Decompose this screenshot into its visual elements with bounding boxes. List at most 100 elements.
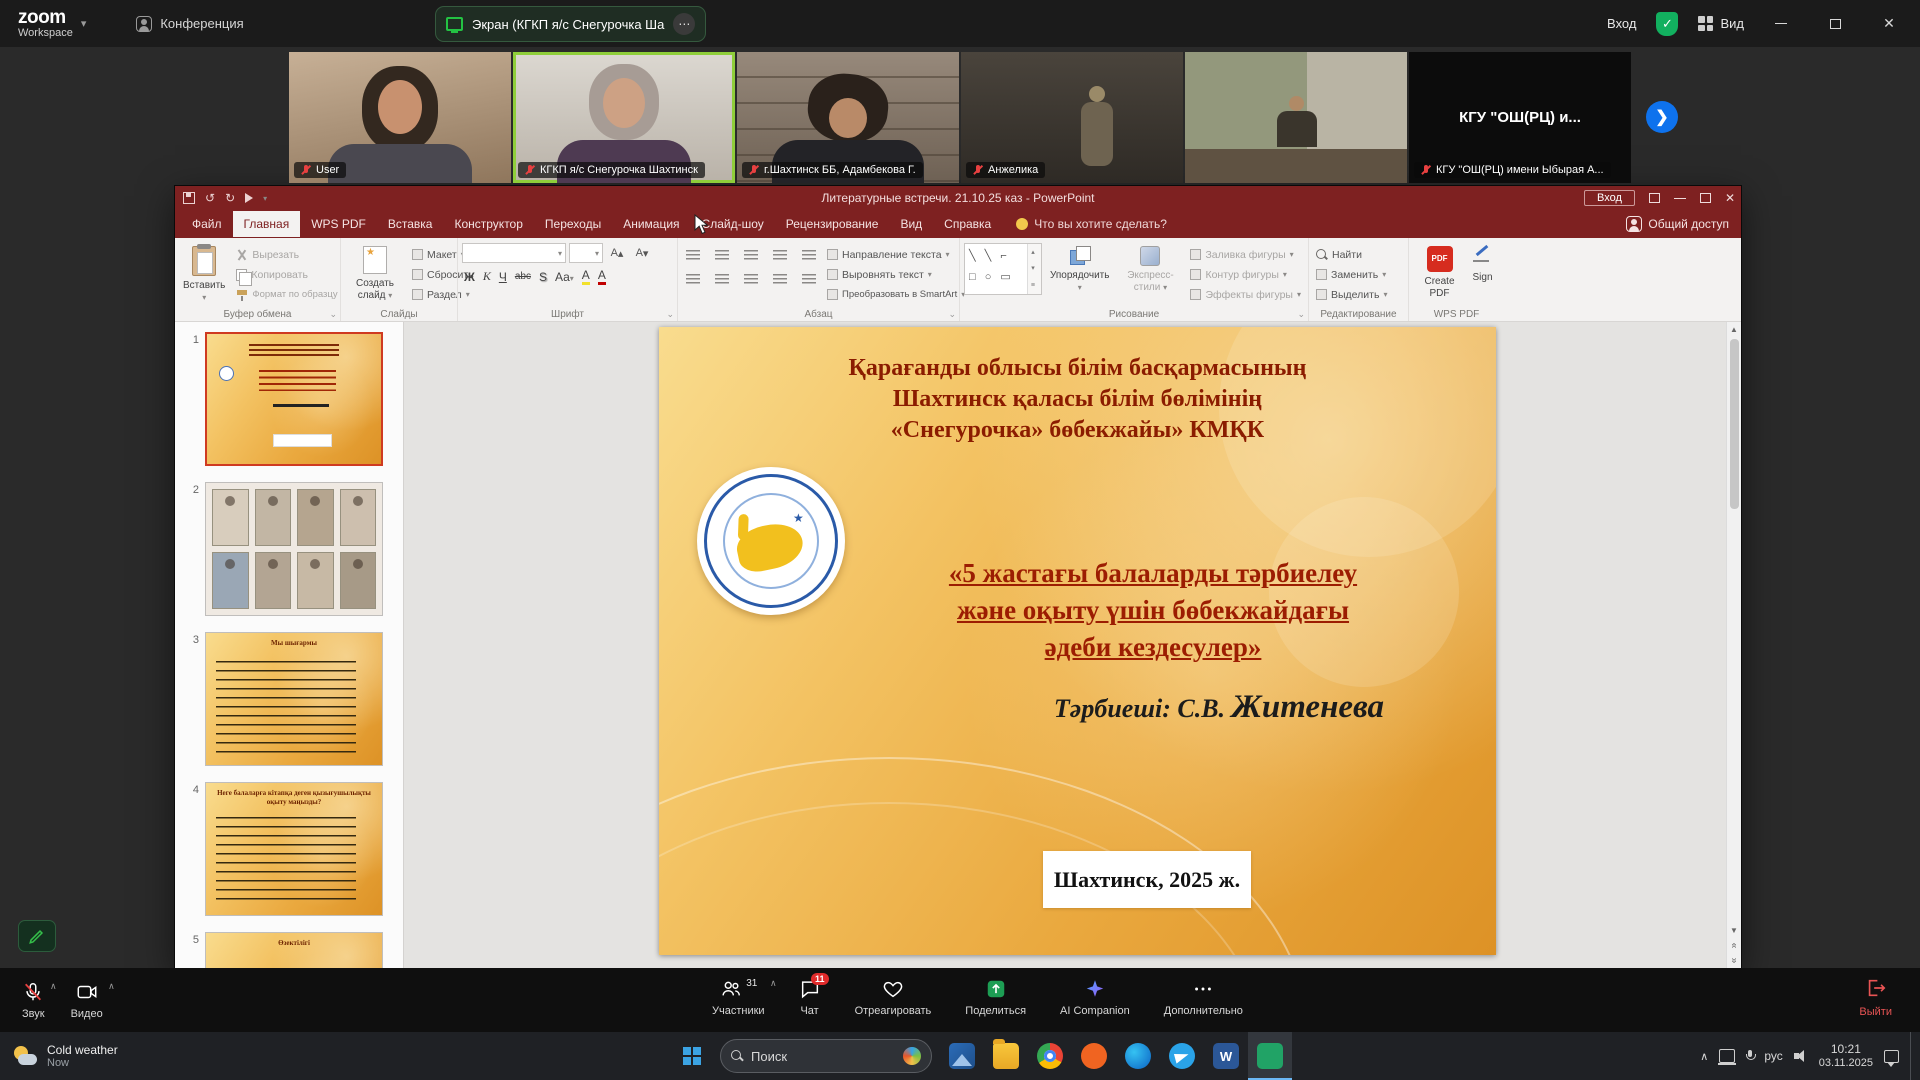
tray-expand-chevron-icon[interactable]: ∧	[1700, 1050, 1708, 1063]
slideshow-icon[interactable]	[245, 193, 253, 203]
ppt-minimize-button[interactable]	[1674, 198, 1686, 199]
ppt-close-button[interactable]: ✕	[1725, 191, 1735, 205]
arrange-button[interactable]: Упорядочить ▾	[1046, 243, 1114, 307]
participant-tile[interactable]: User	[289, 52, 511, 183]
tellme-box[interactable]: Что вы хотите сделать?	[1016, 217, 1167, 231]
notification-center-icon[interactable]	[1884, 1050, 1899, 1063]
shapes-gallery[interactable]: ╲ ╲ ⌐ □ ○ ▭ △ ◇ ☆ ( ) { } → ▴▾≡	[964, 243, 1042, 295]
tab-home[interactable]: Главная	[233, 211, 301, 237]
copy-button[interactable]: Копировать	[233, 265, 340, 284]
participant-tile[interactable]: Әдемі бөбекжай-балабақшасы...	[1185, 52, 1407, 183]
audio-options-chevron-icon[interactable]: ∧	[50, 981, 57, 992]
view-button[interactable]: Вид	[1698, 16, 1744, 31]
slide-thumbnail-1[interactable]: 1	[183, 332, 403, 466]
strikethrough-button[interactable]: abc	[515, 271, 531, 282]
start-button[interactable]	[672, 1032, 712, 1080]
participant-tile-no-video[interactable]: КГУ "ОШ(РЦ) и... КГУ "ОШ(РЦ) имени Ыбыра…	[1409, 52, 1631, 183]
taskbar-search-input[interactable]: Поиск	[720, 1039, 932, 1073]
tab-screen-share[interactable]: Экран (КГКП я/с Снегурочка Ша ⋯	[435, 6, 706, 42]
next-participants-button[interactable]: ❯	[1646, 101, 1678, 133]
taskbar-app-edge[interactable]	[1116, 1032, 1160, 1080]
tab-transitions[interactable]: Переходы	[534, 211, 612, 237]
tab-view[interactable]: Вид	[889, 211, 933, 237]
increase-indent-button[interactable]	[769, 246, 791, 265]
highlight-color-button[interactable]: А	[582, 268, 590, 285]
vertical-scrollbar[interactable]: ▲ ▼ « «	[1726, 322, 1741, 968]
ai-companion-button[interactable]: AI Companion	[1060, 977, 1130, 1017]
chat-button[interactable]: 11 Чат	[799, 977, 821, 1017]
previous-slide-button[interactable]: «	[1727, 938, 1741, 953]
font-dialog-launcher-icon[interactable]: ⌄	[666, 309, 674, 320]
share-button[interactable]: Общий доступ	[1626, 216, 1729, 232]
participants-chevron-icon[interactable]: ∧	[770, 978, 777, 989]
participants-button[interactable]: ∧ 31 Участники	[712, 977, 765, 1017]
shape-outline-button[interactable]: Контур фигуры ▾	[1187, 265, 1304, 284]
undo-icon[interactable]: ↺	[205, 191, 215, 205]
speaker-icon[interactable]	[1794, 1050, 1808, 1062]
signin-button[interactable]: Вход	[1607, 16, 1636, 31]
align-text-button[interactable]: Выровнять текст ▾	[824, 265, 968, 284]
create-pdf-button[interactable]: PDF Create PDF	[1416, 243, 1464, 307]
tab-meeting[interactable]: Конференция	[136, 16, 243, 32]
justify-button[interactable]	[769, 270, 791, 289]
security-shield-icon[interactable]: ✓	[1656, 12, 1678, 36]
reactions-button[interactable]: Отреагировать	[855, 977, 932, 1017]
tab-animations[interactable]: Анимация	[612, 211, 690, 237]
audio-button[interactable]: ∧ Звук	[22, 980, 45, 1020]
ppt-restore-button[interactable]	[1700, 193, 1711, 203]
maximize-button[interactable]	[1818, 0, 1852, 47]
align-left-button[interactable]	[682, 270, 704, 289]
taskbar-clock[interactable]: 10:21 03.11.2025	[1819, 1042, 1873, 1071]
participant-tile[interactable]: Анжелика	[961, 52, 1183, 183]
font-color-button[interactable]: А	[598, 268, 606, 285]
ribbon-display-icon[interactable]	[1649, 193, 1660, 203]
format-painter-button[interactable]: Формат по образцу	[233, 285, 340, 304]
redo-icon[interactable]: ↻	[225, 191, 235, 205]
line-spacing-button[interactable]	[798, 246, 820, 265]
tab-design[interactable]: Конструктор	[443, 211, 533, 237]
decrease-indent-button[interactable]	[740, 246, 762, 265]
new-slide-button[interactable]: Создать слайд ▾	[345, 243, 405, 307]
change-case-button[interactable]: Аа▾	[555, 270, 574, 284]
shrink-font-button[interactable]: А▾	[631, 244, 653, 263]
font-name-select[interactable]: ▾	[462, 243, 566, 263]
tab-file[interactable]: Файл	[181, 211, 233, 237]
bullets-button[interactable]	[682, 246, 704, 265]
tab-help[interactable]: Справка	[933, 211, 1002, 237]
find-button[interactable]: Найти	[1313, 245, 1390, 264]
more-button[interactable]: Дополнительно	[1164, 977, 1243, 1017]
tab-insert[interactable]: Вставка	[377, 211, 444, 237]
video-button[interactable]: ∧ Видео	[71, 980, 103, 1020]
tab-review[interactable]: Рецензирование	[775, 211, 890, 237]
taskbar-app-photos[interactable]	[940, 1032, 984, 1080]
taskbar-app-browser[interactable]	[1072, 1032, 1116, 1080]
align-center-button[interactable]	[711, 270, 733, 289]
select-button[interactable]: Выделить ▾	[1313, 285, 1390, 304]
language-indicator[interactable]: рус	[1764, 1049, 1782, 1063]
replace-button[interactable]: Заменить ▾	[1313, 265, 1390, 284]
tab-slideshow[interactable]: Слайд-шоу	[691, 211, 775, 237]
close-button[interactable]: ✕	[1872, 0, 1906, 47]
slide-thumbnail-5[interactable]: 5 Өзектілігі	[183, 932, 403, 968]
leave-meeting-button[interactable]: Выйти	[1859, 977, 1892, 1018]
drawing-dialog-launcher-icon[interactable]: ⌄	[1297, 309, 1305, 320]
participant-tile[interactable]: г.Шахтинск ББ, Адамбекова Г.	[737, 52, 959, 183]
quick-styles-button[interactable]: Экспресс-стили ▾	[1117, 243, 1183, 307]
slide-thumbnail-2[interactable]: 2	[183, 482, 403, 616]
shape-fill-button[interactable]: Заливка фигуры ▾	[1187, 245, 1304, 264]
columns-button[interactable]	[798, 270, 820, 289]
minimize-button[interactable]	[1764, 0, 1798, 47]
taskbar-app-telegram[interactable]	[1160, 1032, 1204, 1080]
smartart-button[interactable]: Преобразовать в SmartArt ▾	[824, 285, 968, 304]
text-direction-button[interactable]: Направление текста ▾	[824, 245, 968, 264]
sign-button[interactable]: Sign	[1468, 243, 1498, 307]
weather-widget[interactable]: Cold weather Now	[12, 1043, 118, 1069]
share-screen-button[interactable]: Поделиться	[965, 977, 1026, 1017]
grow-font-button[interactable]: А▴	[606, 244, 628, 263]
shapes-scrollbar[interactable]: ▴▾≡	[1027, 244, 1041, 294]
show-desktop-button[interactable]	[1910, 1032, 1914, 1080]
display-icon[interactable]	[1719, 1049, 1735, 1063]
taskbar-app-chrome[interactable]	[1028, 1032, 1072, 1080]
taskbar-app-word[interactable]: W	[1204, 1032, 1248, 1080]
paragraph-dialog-launcher-icon[interactable]: ⌄	[948, 309, 956, 320]
